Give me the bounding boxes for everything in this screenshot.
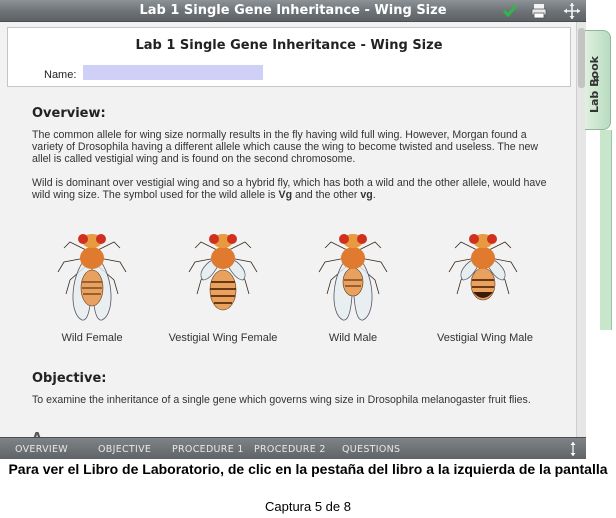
objective-heading: Objective: <box>32 371 107 386</box>
lab-book-rail <box>600 130 612 330</box>
title-bar: Lab 1 Single Gene Inheritance - Wing Siz… <box>0 0 586 22</box>
objective-text: To examine the inheritance of a single g… <box>32 394 531 406</box>
lab-title: Lab 1 Single Gene Inheritance - Wing Siz… <box>135 38 443 53</box>
fly-label-wild-female: Wild Female <box>61 332 123 344</box>
overview-paragraph-2: Wild is dominant over vestigial wing and… <box>32 177 552 201</box>
lab-content[interactable]: Lab 1 Single Gene Inheritance - Wing Siz… <box>0 22 576 437</box>
name-label: Name: <box>44 69 77 81</box>
vertical-resize-icon[interactable] <box>569 441 577 457</box>
vestigial-wing-female-fly-image <box>188 234 258 311</box>
fly-label-wild-male: Wild Male <box>328 332 378 344</box>
wild-female-fly-image <box>57 234 127 321</box>
chevron-left-icon: « <box>593 71 600 85</box>
nav-questions[interactable]: QUESTIONS <box>342 444 400 455</box>
print-icon[interactable] <box>530 2 548 20</box>
overview-paragraph-2-middle: and the other <box>292 189 361 202</box>
nav-overview[interactable]: OVERVIEW <box>15 444 68 455</box>
overview-paragraph-1: The common allele for wing size normally… <box>32 129 539 166</box>
vestigial-wing-male-fly-image <box>448 234 518 301</box>
lab-window: Lab 1 Single Gene Inheritance - Wing Siz… <box>0 0 586 459</box>
wild-allele-symbol: Vg <box>278 189 293 202</box>
nav-procedure-1[interactable]: PROCEDURE 1 <box>172 444 244 455</box>
nav-objective[interactable]: OBJECTIVE <box>98 444 151 455</box>
fly-label-vestigial-male: Vestigial Wing Male <box>437 332 533 344</box>
window-title: Lab 1 Single Gene Inheritance - Wing Siz… <box>139 3 447 18</box>
fly-label-vestigial-female: Vestigial Wing Female <box>168 332 278 344</box>
scrollbar-thumb[interactable] <box>578 28 585 88</box>
caption-instruction: Para ver el Libro de Laboratorio, de cli… <box>8 461 608 477</box>
wild-male-fly-image <box>318 234 388 321</box>
nav-procedure-2[interactable]: PROCEDURE 2 <box>254 444 326 455</box>
overview-paragraph-2-end: . <box>372 189 376 202</box>
section-nav-bar: OVERVIEW OBJECTIVE PROCEDURE 1 PROCEDURE… <box>0 437 586 459</box>
lab-header: Lab 1 Single Gene Inheritance - Wing Siz… <box>7 27 571 87</box>
move-icon[interactable] <box>563 2 581 20</box>
name-field[interactable] <box>83 65 263 80</box>
vestigial-allele-symbol: vg <box>360 189 373 202</box>
caption-counter: Captura 5 de 8 <box>264 499 351 514</box>
overview-heading: Overview: <box>32 106 106 121</box>
lab-book-tab[interactable]: Lab Book « <box>585 30 611 130</box>
checkmark-icon[interactable] <box>501 2 519 20</box>
